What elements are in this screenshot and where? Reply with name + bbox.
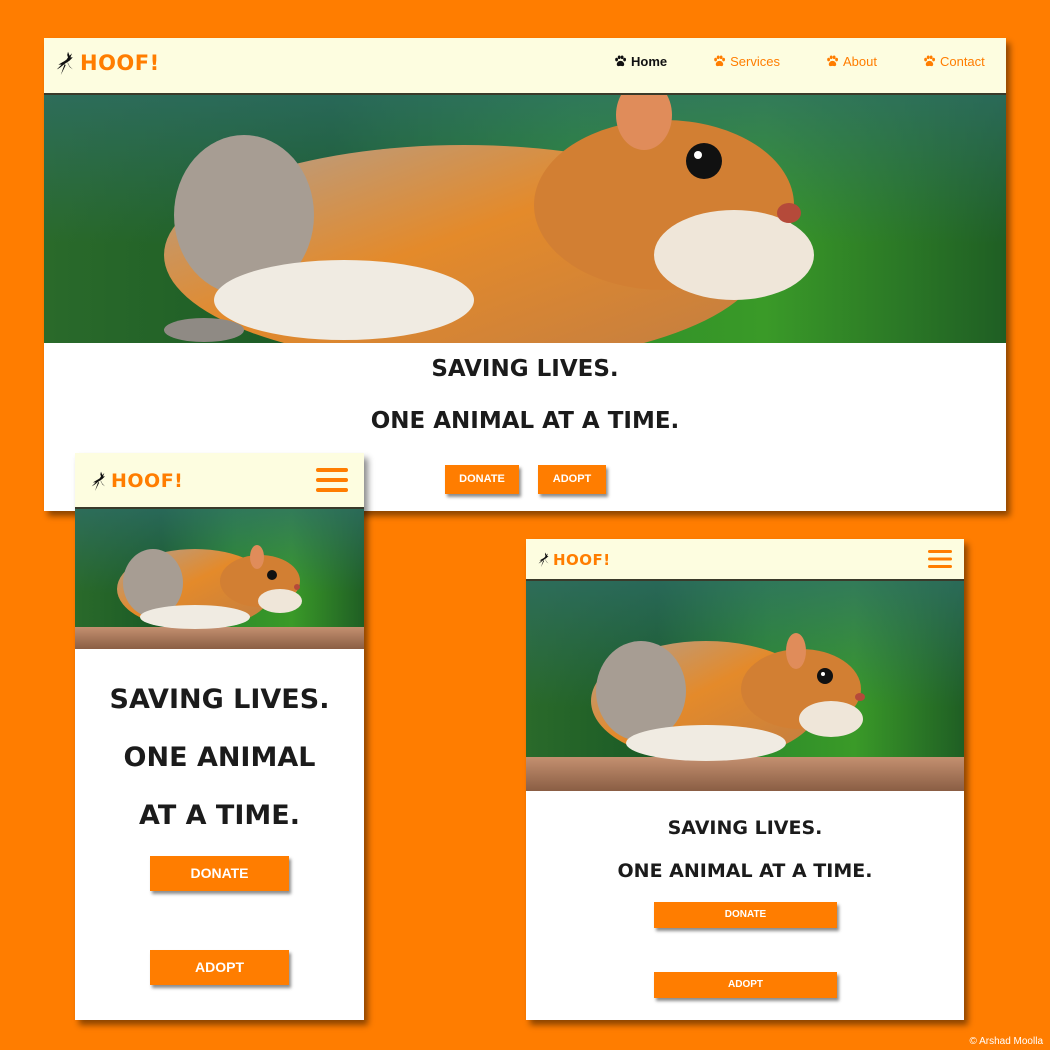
- brand-name: HOOF!: [553, 550, 611, 569]
- nav-link-services[interactable]: Services: [713, 54, 780, 69]
- adopt-button[interactable]: ADOPT: [150, 950, 289, 985]
- brand-name: HOOF!: [80, 51, 160, 75]
- paw-icon: [713, 55, 726, 68]
- hamburger-icon[interactable]: [316, 468, 348, 492]
- mobile-navbar: HOOF!: [75, 453, 364, 509]
- leaping-deer-icon: [56, 46, 80, 80]
- paw-icon: [614, 55, 627, 68]
- nav-link-label: About: [842, 54, 877, 69]
- hero-squirrel-image: [526, 581, 964, 791]
- nav-link-label: Home: [631, 54, 668, 69]
- brand-logo[interactable]: HOOF!: [56, 46, 160, 80]
- paw-icon: [923, 55, 936, 68]
- nav-link-contact[interactable]: Contact: [923, 54, 985, 69]
- leaping-deer-icon: [538, 549, 553, 570]
- squirrel-photo: [75, 509, 364, 649]
- hero-squirrel-image: [44, 95, 1006, 343]
- headline-line-1: SAVING LIVES.: [109, 684, 330, 715]
- nav-link-about[interactable]: About: [826, 54, 877, 69]
- donate-button[interactable]: DONATE: [150, 856, 289, 891]
- nav-link-label: Services: [730, 54, 780, 69]
- brand-logo[interactable]: HOOF!: [538, 549, 611, 570]
- desktop-nav-menu: Home Services About Contact: [614, 38, 985, 85]
- adopt-button[interactable]: ADOPT: [654, 972, 837, 998]
- nav-link-home[interactable]: Home: [614, 54, 667, 69]
- leaping-deer-icon: [91, 467, 111, 495]
- brand-logo[interactable]: HOOF!: [91, 467, 183, 495]
- paw-icon: [826, 55, 839, 68]
- adopt-button[interactable]: ADOPT: [538, 465, 606, 494]
- brand-name: HOOF!: [111, 470, 184, 492]
- headline-line-2: ONE ANIMAL AT A TIME.: [617, 860, 873, 882]
- hamburger-icon[interactable]: [928, 550, 952, 568]
- tablet-navbar: HOOF!: [526, 539, 964, 581]
- headline-line-1: SAVING LIVES.: [667, 817, 823, 839]
- squirrel-photo: [526, 581, 964, 791]
- tablet-preview: HOOF! SAVING LIVES. ONE ANIMAL AT A TIME…: [526, 539, 964, 1020]
- mobile-preview: HOOF! SAVING LIVES. ONE ANIMAL AT A TIME…: [75, 453, 364, 1020]
- desktop-preview: HOOF! Home Services About Contact SAVING…: [44, 38, 1006, 511]
- hero-squirrel-image: [75, 509, 364, 649]
- author-credit: © Arshad Moolla: [969, 1036, 1043, 1047]
- headline-line-2a: ONE ANIMAL: [123, 742, 316, 773]
- desktop-navbar: HOOF! Home Services About Contact: [44, 38, 1006, 95]
- donate-button[interactable]: DONATE: [445, 465, 519, 494]
- donate-button[interactable]: DONATE: [654, 902, 837, 928]
- headline-line-2: ONE ANIMAL AT A TIME.: [370, 408, 680, 434]
- headline-line-2b: AT A TIME.: [139, 800, 300, 831]
- nav-link-label: Contact: [939, 54, 985, 69]
- headline-line-1: SAVING LIVES.: [431, 356, 619, 382]
- squirrel-photo: [44, 95, 1006, 343]
